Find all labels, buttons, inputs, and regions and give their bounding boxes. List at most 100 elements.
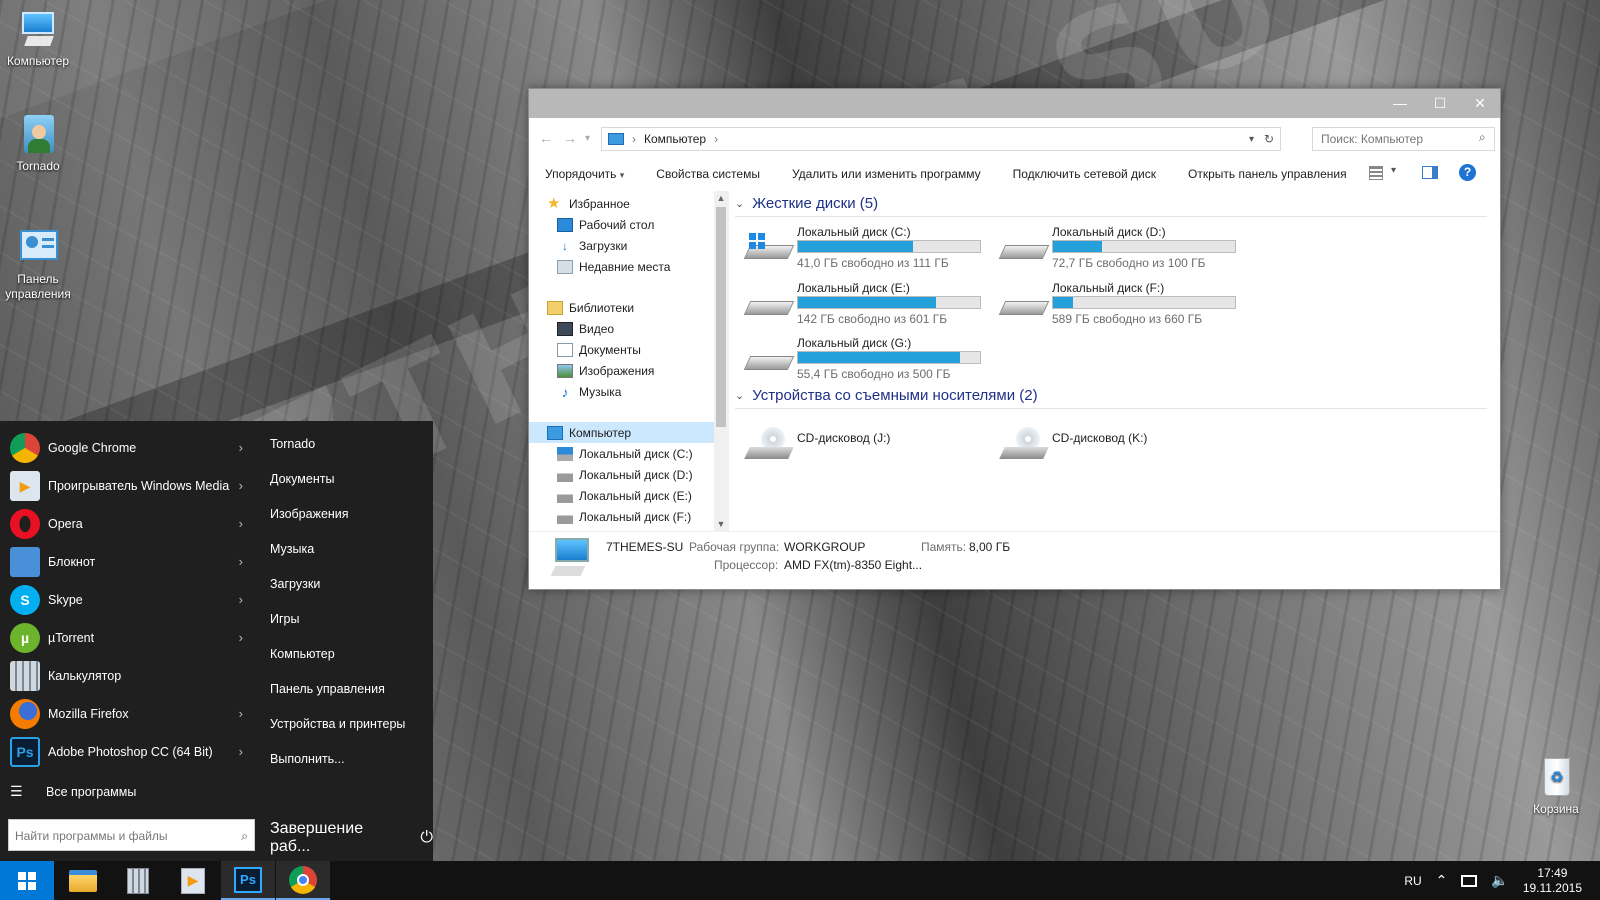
shutdown-button[interactable]: Завершение раб... ⏻ xyxy=(270,820,433,856)
taskbar-chrome[interactable] xyxy=(276,861,330,900)
system-properties-button[interactable]: Свойства системы xyxy=(640,167,776,181)
taskbar-calculator[interactable] xyxy=(111,861,165,900)
nav-drive-c[interactable]: Локальный диск (C:) xyxy=(529,443,728,464)
nav-documents[interactable]: Документы xyxy=(529,339,728,360)
desktop-icon-tornado[interactable]: Tornado xyxy=(0,115,76,173)
chevron-down-icon[interactable]: ▾ xyxy=(1391,165,1396,176)
chevron-up-icon[interactable]: ⌃ xyxy=(1436,872,1448,889)
desktop-icon-computer[interactable]: Компьютер xyxy=(0,10,76,68)
minimize-button[interactable]: — xyxy=(1380,89,1420,118)
calculator-icon xyxy=(127,867,149,894)
nav-libraries[interactable]: Библиотеки xyxy=(529,297,728,318)
start-app-item[interactable]: Ps Adobe Photoshop CC (64 Bit) › xyxy=(0,733,255,771)
removable-group-header[interactable]: ⌄ Устройства со съемными носителями (2) xyxy=(735,383,1487,409)
start-place-item[interactable]: Загрузки xyxy=(270,570,405,605)
drive-tile[interactable]: Локальный диск (E:) 142 ГБ свободно из 60… xyxy=(735,279,981,329)
start-app-item[interactable]: ▶ Проигрыватель Windows Media › xyxy=(0,467,255,505)
organize-button[interactable]: Упорядочить ▾ xyxy=(529,167,640,181)
start-search-input[interactable]: Найти программы и файлы ⌕ xyxy=(8,819,255,851)
nav-video[interactable]: Видео xyxy=(529,318,728,339)
start-app-item[interactable]: µ µTorrent › xyxy=(0,619,255,657)
scroll-up-icon[interactable]: ▲ xyxy=(714,191,728,205)
desktop-icon-recycle-bin[interactable]: ♻ Корзина xyxy=(1518,758,1594,816)
taskbar-media-player[interactable]: ▶ xyxy=(166,861,220,900)
recent-dropdown-icon[interactable]: ▾ xyxy=(585,133,590,144)
scroll-thumb[interactable] xyxy=(716,207,726,427)
nav-favorites[interactable]: ★ Избранное xyxy=(529,193,728,214)
chevron-right-icon[interactable]: › xyxy=(239,706,243,721)
start-app-item[interactable]: Opera › xyxy=(0,505,255,543)
start-place-item[interactable]: Компьютер xyxy=(270,640,405,675)
volume-icon[interactable]: 🔈 xyxy=(1491,872,1508,889)
map-network-drive-button[interactable]: Подключить сетевой диск xyxy=(997,167,1172,181)
drive-tile[interactable]: Локальный диск (G:) 55,4 ГБ свободно из 5… xyxy=(735,334,981,384)
all-programs-button[interactable]: ☰ Все программы xyxy=(10,783,136,800)
nav-desktop[interactable]: Рабочий стол xyxy=(529,214,728,235)
scroll-down-icon[interactable]: ▼ xyxy=(714,517,728,531)
start-app-item[interactable]: Блокнот › xyxy=(0,543,255,581)
nav-music[interactable]: ♪ Музыка xyxy=(529,381,728,402)
view-options-icon[interactable] xyxy=(1369,166,1383,180)
nav-drive-f[interactable]: Локальный диск (F:) xyxy=(529,506,728,527)
nav-drive-d[interactable]: Локальный диск (D:) xyxy=(529,464,728,485)
back-arrow-icon[interactable]: ← xyxy=(539,130,553,146)
drive-tile[interactable]: Локальный диск (C:) 41,0 ГБ свободно из 1… xyxy=(735,223,981,273)
maximize-button[interactable]: ☐ xyxy=(1420,89,1460,118)
chevron-right-icon[interactable]: › xyxy=(239,440,243,455)
desktop-icon-control-panel[interactable]: Панель управления xyxy=(0,228,76,302)
nav-recent-places[interactable]: Недавние места xyxy=(529,256,728,277)
address-dropdown-icon[interactable]: ▾ xyxy=(1249,134,1254,145)
drive-usage-bar xyxy=(1052,240,1236,253)
start-button[interactable] xyxy=(0,861,54,900)
chevron-right-icon[interactable]: › xyxy=(239,592,243,607)
start-place-item[interactable]: Документы xyxy=(270,465,405,500)
hard-drive-icon xyxy=(998,233,1050,261)
chevron-right-icon[interactable]: › xyxy=(239,478,243,493)
start-app-item[interactable]: Google Chrome › xyxy=(0,429,255,467)
start-place-item[interactable]: Панель управления xyxy=(270,675,405,710)
nav-pictures[interactable]: Изображения xyxy=(529,360,728,381)
start-app-item[interactable]: S Skype › xyxy=(0,581,255,619)
power-icon[interactable]: ⏻ xyxy=(420,829,433,847)
help-icon[interactable]: ? xyxy=(1459,164,1476,181)
start-place-item[interactable]: Изображения xyxy=(270,500,405,535)
breadcrumb[interactable]: Компьютер xyxy=(644,132,706,146)
hard-disks-group-header[interactable]: ⌄ Жесткие диски (5) xyxy=(735,191,1487,217)
start-app-item[interactable]: Mozilla Firefox › xyxy=(0,695,255,733)
refresh-icon[interactable]: ↻ xyxy=(1264,132,1274,146)
search-input[interactable]: Поиск: Компьютер xyxy=(1312,127,1495,151)
preview-pane-icon[interactable] xyxy=(1422,166,1438,179)
nav-scrollbar[interactable]: ▲ ▼ xyxy=(714,191,728,531)
taskbar-photoshop[interactable]: Ps xyxy=(221,861,275,900)
chevron-right-icon[interactable]: › xyxy=(239,516,243,531)
drive-tile[interactable]: Локальный диск (D:) 72,7 ГБ свободно из 1… xyxy=(990,223,1236,273)
forward-arrow-icon[interactable]: → xyxy=(563,130,577,146)
title-bar[interactable]: — ☐ ✕ xyxy=(529,89,1500,118)
nav-downloads[interactable]: ↓ Загрузки xyxy=(529,235,728,256)
chevron-right-icon[interactable]: › xyxy=(239,744,243,759)
start-place-item[interactable]: Устройства и принтеры xyxy=(270,710,405,745)
nav-computer[interactable]: Компьютер xyxy=(529,422,728,443)
cd-drive-j[interactable]: CD-дисковод (J:) xyxy=(735,417,980,467)
close-button[interactable]: ✕ xyxy=(1460,89,1500,118)
network-icon[interactable] xyxy=(1461,874,1478,887)
start-place-item[interactable]: Музыка xyxy=(270,535,405,570)
taskbar-file-explorer[interactable] xyxy=(56,861,110,900)
clock[interactable]: 17:49 19.11.2015 xyxy=(1523,866,1582,896)
start-place-item[interactable]: Tornado xyxy=(270,430,405,465)
address-bar[interactable]: › Компьютер › ▾ ↻ xyxy=(601,127,1281,151)
open-control-panel-button[interactable]: Открыть панель управления xyxy=(1172,167,1363,181)
navigation-pane[interactable]: ★ Избранное Рабочий стол ↓ Загрузки Неда… xyxy=(529,191,729,531)
cd-drive-k[interactable]: CD-дисковод (K:) xyxy=(990,417,1235,467)
language-indicator[interactable]: RU xyxy=(1404,874,1421,888)
start-place-item[interactable]: Выполнить... xyxy=(270,745,405,780)
chevron-right-icon[interactable]: › xyxy=(239,630,243,645)
explorer-window[interactable]: — ☐ ✕ ← → ▾ › Компьютер › ▾ ↻ Поиск: Ком… xyxy=(528,88,1501,590)
start-app-item[interactable]: Калькулятор xyxy=(0,657,255,695)
nav-drive-e[interactable]: Локальный диск (E:) xyxy=(529,485,728,506)
uninstall-program-button[interactable]: Удалить или изменить программу xyxy=(776,167,997,181)
drive-name: Локальный диск (G:) xyxy=(797,336,912,350)
chevron-right-icon[interactable]: › xyxy=(239,554,243,569)
start-place-item[interactable]: Игры xyxy=(270,605,405,640)
drive-tile[interactable]: Локальный диск (F:) 589 ГБ свободно из 66… xyxy=(990,279,1236,329)
